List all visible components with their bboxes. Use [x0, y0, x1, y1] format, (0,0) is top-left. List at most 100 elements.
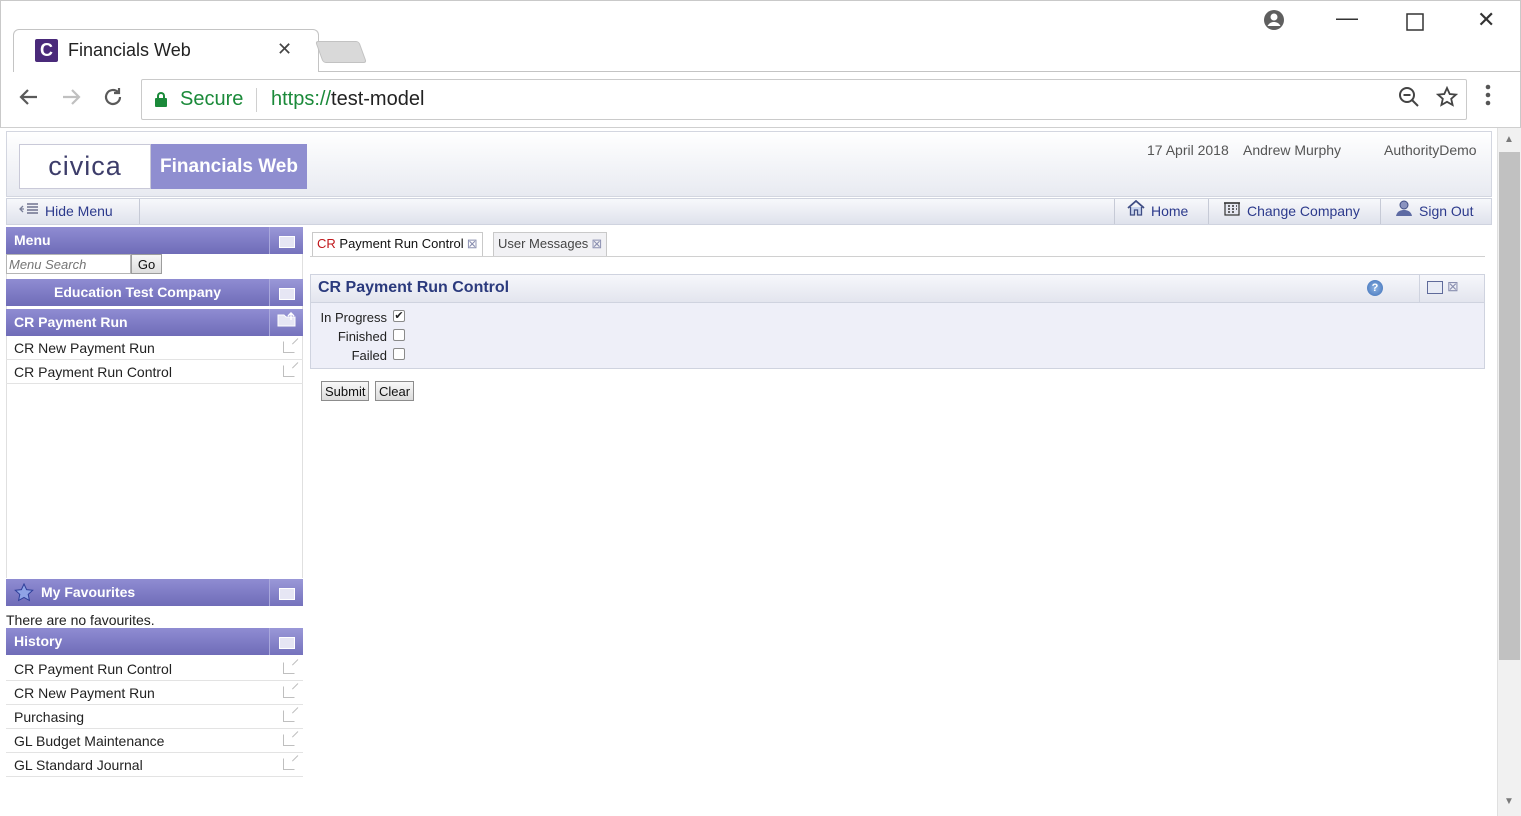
- status-failed-row: Failed: [311, 347, 411, 365]
- new-tab-button[interactable]: [314, 41, 368, 63]
- menu-section-header[interactable]: CR Payment Run: [6, 309, 303, 336]
- building-icon: [1223, 199, 1241, 224]
- menu-item[interactable]: CR Payment Run Control: [6, 360, 303, 384]
- folder-up-icon[interactable]: [269, 309, 303, 336]
- form-body: In Progress ✔ Finished Failed: [310, 303, 1485, 369]
- home-icon: [1127, 199, 1145, 224]
- tab-close-icon[interactable]: ⊠: [591, 233, 602, 255]
- sign-out-label: Sign Out: [1419, 203, 1474, 219]
- checkbox-label: Failed: [351, 348, 387, 363]
- url-text[interactable]: https://test-model: [271, 88, 424, 111]
- menu-item-label: CR Payment Run Control: [14, 364, 172, 380]
- tabstrip-divider: [319, 71, 1521, 72]
- history-item-label: Purchasing: [14, 709, 85, 725]
- menu-section-title: CR Payment Run: [14, 314, 128, 330]
- window-close-icon[interactable]: ✕: [1477, 7, 1495, 33]
- history-item[interactable]: Purchasing: [6, 705, 303, 729]
- app-toolbar: Hide Menu Home Change Company Sign Out: [6, 198, 1492, 225]
- tab-label: Payment Run Control: [335, 236, 464, 251]
- open-external-icon[interactable]: [283, 365, 295, 377]
- finished-checkbox[interactable]: [393, 329, 405, 341]
- secure-label: Secure: [180, 88, 244, 110]
- open-external-icon[interactable]: [283, 734, 295, 746]
- tab-close-icon[interactable]: ⊠: [467, 233, 478, 255]
- forward-icon[interactable]: [59, 85, 83, 116]
- scroll-up-icon[interactable]: ▲: [1504, 134, 1514, 145]
- clear-button[interactable]: Clear: [375, 381, 415, 401]
- menu-header: Menu: [6, 227, 303, 254]
- home-button[interactable]: Home: [1114, 199, 1209, 224]
- address-bar[interactable]: Secure https://test-model: [141, 79, 1467, 120]
- menu-section: CR Payment Run CR New Payment Run CR Pay…: [6, 309, 303, 384]
- open-external-icon[interactable]: [283, 710, 295, 722]
- history-item-label: CR Payment Run Control: [14, 661, 172, 677]
- history-panel: History CR Payment Run Control CR New Pa…: [6, 628, 303, 777]
- favourites-maximize-icon[interactable]: [269, 579, 303, 606]
- civica-logo: civica: [19, 144, 151, 189]
- menu-panel: Menu: [6, 227, 303, 254]
- menu-search-go-button[interactable]: Go: [131, 254, 162, 274]
- menu-maximize-icon[interactable]: [269, 227, 303, 254]
- menu-search-input[interactable]: [6, 254, 131, 274]
- history-item[interactable]: CR New Payment Run: [6, 681, 303, 705]
- change-company-button[interactable]: Change Company: [1209, 199, 1381, 224]
- header-user: Andrew Murphy: [1243, 142, 1342, 158]
- submit-button[interactable]: Submit: [321, 381, 370, 401]
- browser-chrome: C Financials Web ✕ — ✕ Secure https://te…: [0, 0, 1521, 128]
- form-close-icon[interactable]: ⊠: [1447, 278, 1459, 295]
- company-name: Education Test Company: [54, 284, 221, 300]
- profile-icon[interactable]: [1263, 9, 1285, 37]
- star-icon: [14, 582, 34, 611]
- reload-icon[interactable]: [101, 85, 125, 116]
- in-progress-checkbox[interactable]: ✔: [393, 310, 405, 322]
- bookmark-star-icon[interactable]: [1435, 85, 1459, 114]
- company-maximize-icon[interactable]: [269, 279, 303, 306]
- zoom-icon[interactable]: [1398, 86, 1420, 114]
- history-item-label: GL Standard Journal: [14, 757, 143, 773]
- tab-prefix: CR: [317, 236, 336, 251]
- hide-menu-label: Hide Menu: [45, 203, 113, 219]
- open-external-icon[interactable]: [283, 758, 295, 770]
- scroll-down-icon[interactable]: ▼: [1504, 796, 1514, 807]
- form-header: CR Payment Run Control ? ⊠: [310, 274, 1485, 303]
- header-authority: AuthorityDemo: [1384, 142, 1477, 158]
- tab-cr-payment-run-control[interactable]: CR Payment Run Control ⊠: [312, 232, 483, 256]
- user-icon: [1395, 199, 1413, 224]
- favourites-title: My Favourites: [41, 584, 136, 600]
- browser-menu-icon[interactable]: [1485, 83, 1491, 114]
- tab-user-messages[interactable]: User Messages ⊠: [493, 232, 608, 256]
- web-page: civica Financials Web 17 April 2018 Andr…: [0, 128, 1497, 816]
- hide-menu-button[interactable]: Hide Menu: [7, 199, 140, 224]
- menu-item[interactable]: CR New Payment Run: [6, 336, 303, 360]
- minimize-icon[interactable]: —: [1336, 5, 1358, 31]
- form-maximize-icon[interactable]: [1427, 281, 1443, 294]
- company-header[interactable]: Education Test Company: [6, 279, 303, 306]
- tab-label: User Messages: [498, 236, 589, 251]
- history-item-label: CR New Payment Run: [14, 685, 155, 701]
- url-scheme: https://: [271, 88, 332, 110]
- sign-out-button[interactable]: Sign Out: [1381, 199, 1491, 224]
- history-item[interactable]: GL Standard Journal: [6, 753, 303, 777]
- back-icon[interactable]: [17, 85, 41, 116]
- company-panel: Education Test Company: [6, 279, 303, 306]
- history-item[interactable]: CR Payment Run Control: [6, 657, 303, 681]
- page-scrollbar[interactable]: ▲ ▼: [1497, 128, 1521, 816]
- failed-checkbox[interactable]: [393, 348, 405, 360]
- maximize-icon[interactable]: [1406, 11, 1424, 37]
- open-external-icon[interactable]: [283, 686, 295, 698]
- checkbox-label: Finished: [337, 329, 387, 344]
- scroll-thumb[interactable]: [1499, 152, 1520, 660]
- change-company-label: Change Company: [1247, 203, 1360, 219]
- open-external-icon[interactable]: [283, 341, 295, 353]
- history-item[interactable]: GL Budget Maintenance: [6, 729, 303, 753]
- browser-tab-title[interactable]: Financials Web: [68, 40, 191, 61]
- tab-close-icon[interactable]: ✕: [277, 39, 292, 60]
- history-item-label: GL Budget Maintenance: [14, 733, 165, 749]
- history-maximize-icon[interactable]: [269, 628, 303, 655]
- header-date: 17 April 2018: [1147, 142, 1229, 158]
- open-external-icon[interactable]: [283, 662, 295, 674]
- lock-icon: [155, 92, 167, 107]
- form-header-divider: [1419, 275, 1420, 302]
- help-icon[interactable]: ?: [1367, 280, 1383, 296]
- checkbox-label: In Progress: [320, 310, 387, 325]
